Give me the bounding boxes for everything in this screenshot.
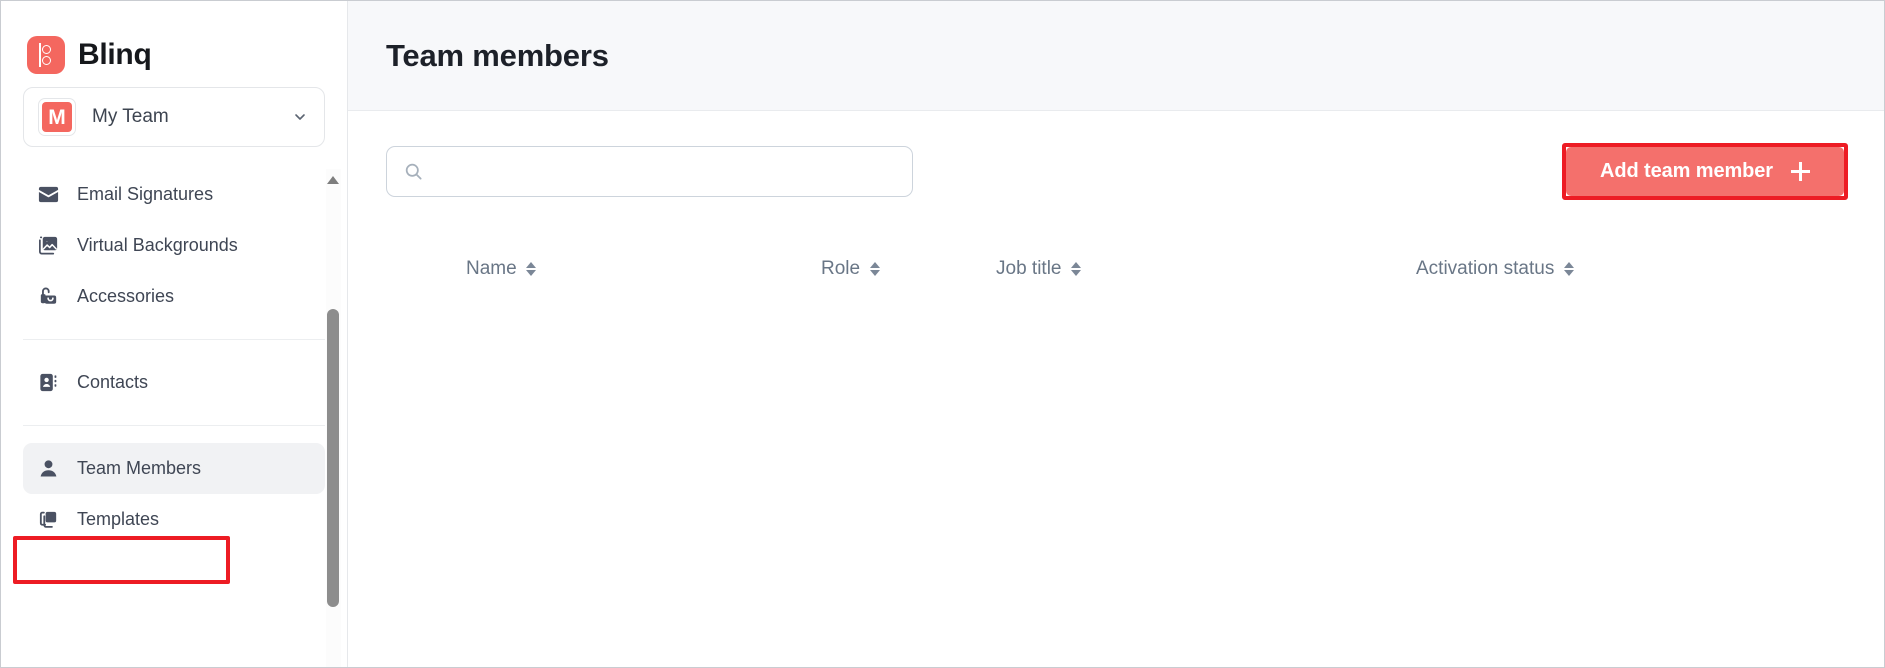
table-body [386, 280, 1840, 460]
team-avatar: M [38, 98, 76, 136]
sort-arrows-icon[interactable] [1070, 262, 1081, 276]
sidebar-item-accessories[interactable]: Accessories [23, 271, 325, 322]
team-members-table: Name Role Job title Activation status [348, 258, 1884, 667]
blinq-logo-icon [27, 36, 65, 74]
add-team-member-button[interactable]: Add team member [1566, 147, 1844, 196]
sidebar-item-label: Accessories [77, 286, 175, 306]
table-header-row: Name Role Job title Activation status [386, 258, 1840, 280]
sidebar: Blinq M My Team Email Signatures Virtual… [1, 1, 348, 667]
column-header-role[interactable]: Role [821, 258, 996, 280]
sidebar-item-label: Virtual Backgrounds [77, 235, 238, 255]
column-header-label: Role [821, 258, 861, 279]
sidebar-item-label: Contacts [77, 372, 149, 392]
toolbar: Add team member [348, 111, 1884, 200]
column-header-label: Activation status [1416, 258, 1555, 279]
column-header-job-title[interactable]: Job title [996, 258, 1416, 280]
search-input[interactable] [434, 161, 896, 182]
sidebar-item-label: Templates [77, 509, 160, 529]
plus-icon [1791, 162, 1810, 181]
sidebar-divider [23, 425, 325, 426]
main-content: Team members Add team member Name Role J… [348, 1, 1884, 667]
image-icon [37, 234, 60, 257]
sidebar-item-virtual-backgrounds[interactable]: Virtual Backgrounds [23, 220, 325, 271]
sidebar-scrollbar[interactable] [326, 169, 341, 667]
sidebar-item-label: Team Members [77, 458, 202, 478]
team-selector-label: My Team [92, 106, 169, 127]
sidebar-item-templates[interactable]: Templates [23, 494, 325, 545]
team-selector[interactable]: M My Team [23, 87, 325, 147]
column-header-label: Name [466, 258, 517, 279]
person-icon [37, 457, 60, 480]
add-team-member-label: Add team member [1600, 160, 1773, 182]
column-header-label: Job title [996, 258, 1062, 279]
app-window: Blinq M My Team Email Signatures Virtual… [0, 0, 1885, 668]
sort-arrows-icon[interactable] [1563, 262, 1574, 276]
bag-icon [37, 285, 60, 308]
contact-book-icon [37, 371, 60, 394]
sidebar-divider [23, 339, 325, 340]
page-title: Team members [386, 37, 609, 73]
sort-arrows-icon[interactable] [869, 262, 880, 276]
sidebar-item-label: Email Signatures [77, 184, 214, 204]
search-box[interactable] [386, 146, 913, 197]
brand-header[interactable]: Blinq [1, 1, 347, 87]
sidebar-nav: Email Signatures Virtual Backgrounds Acc… [1, 169, 347, 667]
brand-name: Blinq [78, 38, 152, 71]
search-icon [405, 163, 422, 180]
sidebar-item-email-signatures[interactable]: Email Signatures [23, 169, 325, 220]
column-header-name[interactable]: Name [386, 258, 821, 280]
sidebar-item-contacts[interactable]: Contacts [23, 357, 325, 408]
envelope-icon [37, 183, 60, 206]
chevron-down-icon [292, 109, 308, 125]
column-header-activation-status[interactable]: Activation status [1416, 258, 1574, 280]
sort-arrows-icon[interactable] [526, 262, 537, 276]
annotation-box-add-team-member: Add team member [1562, 143, 1848, 200]
page-header: Team members [348, 1, 1884, 111]
team-avatar-initial: M [42, 102, 72, 132]
scroll-up-arrow-icon[interactable] [327, 176, 339, 184]
copy-icon [37, 508, 60, 531]
scrollbar-thumb[interactable] [327, 309, 339, 607]
sidebar-item-team-members[interactable]: Team Members [23, 443, 325, 494]
